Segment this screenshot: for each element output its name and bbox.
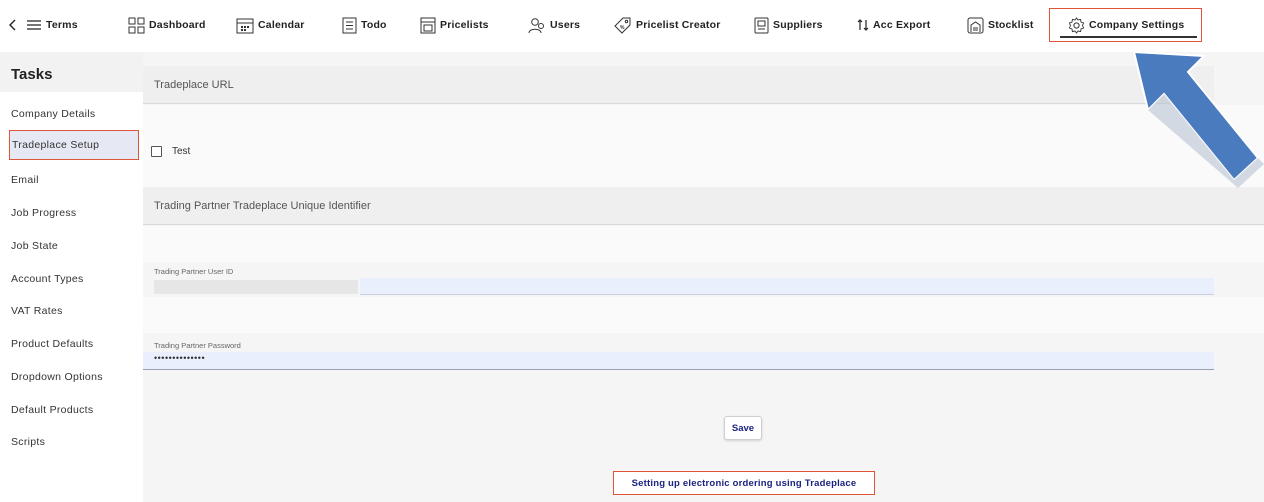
test-band	[143, 105, 1264, 187]
save-button[interactable]: Save	[724, 416, 762, 440]
tag-icon: %	[614, 17, 631, 34]
nav-suppliers[interactable]: Suppliers	[754, 14, 823, 36]
nav-pricelist-creator-label: Pricelist Creator	[636, 19, 721, 31]
sidebar-item-email[interactable]: Email	[0, 165, 143, 195]
user-id-input-extension[interactable]	[360, 278, 1214, 295]
sidebar-item-company-details[interactable]: Company Details	[0, 99, 143, 129]
spacer-band	[143, 226, 1264, 262]
nav-dashboard[interactable]: Dashboard	[128, 14, 206, 36]
nav-company-settings-label: Company Settings	[1089, 19, 1185, 31]
section-tradeplace-url-title: Tradeplace URL	[154, 78, 234, 91]
nav-suppliers-label: Suppliers	[773, 19, 823, 31]
section-trading-partner-identifier: Trading Partner Tradeplace Unique Identi…	[143, 187, 1264, 225]
nav-pricelist-creator[interactable]: % Pricelist Creator	[614, 14, 721, 36]
sidebar-item-vat-rates[interactable]: VAT Rates	[0, 296, 143, 326]
password-input[interactable]	[143, 352, 1214, 370]
sidebar-item-job-progress[interactable]: Job Progress	[0, 198, 143, 228]
nav-company-settings[interactable]: Company Settings	[1068, 14, 1184, 36]
user-id-input[interactable]	[154, 280, 358, 294]
nav-todo-label: Todo	[361, 19, 387, 31]
svg-text:%: %	[620, 25, 625, 31]
nav-calendar[interactable]: Calendar	[236, 14, 305, 36]
suppliers-icon	[754, 17, 769, 33]
warehouse-icon	[967, 17, 984, 33]
test-checkbox-label: Test	[172, 146, 191, 157]
nav-stocklist-label: Stocklist	[988, 19, 1034, 31]
nav-users[interactable]: Users	[528, 14, 580, 36]
test-checkbox[interactable]	[151, 146, 162, 157]
nav-calendar-label: Calendar	[258, 19, 305, 31]
sidebar: Tasks Company Details Tradeplace Setup E…	[0, 52, 143, 502]
sidebar-item-default-products[interactable]: Default Products	[0, 395, 143, 425]
pricelist-icon	[420, 17, 436, 33]
nav-users-label: Users	[550, 19, 581, 31]
users-icon	[528, 17, 544, 33]
nav-acc-export-label: Acc Export	[873, 19, 931, 31]
sidebar-item-scripts[interactable]: Scripts	[0, 427, 143, 457]
tradeplace-help-link[interactable]: Setting up electronic ordering using Tra…	[613, 471, 875, 495]
section-trading-partner-identifier-title: Trading Partner Tradeplace Unique Identi…	[154, 199, 371, 212]
nav-pricelists[interactable]: Pricelists	[420, 14, 489, 36]
sidebar-title: Tasks	[0, 52, 143, 92]
sidebar-item-account-types[interactable]: Account Types	[0, 264, 143, 294]
annotation-arrow	[1132, 50, 1264, 188]
section-tradeplace-url: Tradeplace URL	[143, 66, 1214, 104]
user-id-label: Trading Partner User ID	[154, 267, 234, 276]
sidebar-item-dropdown-options[interactable]: Dropdown Options	[0, 362, 143, 392]
nav-todo[interactable]: Todo	[342, 14, 387, 36]
nav-terms-label: Terms	[46, 19, 78, 31]
sort-arrows-icon	[857, 19, 869, 31]
spacer-band-2	[143, 297, 1264, 333]
active-tab-underline	[1060, 36, 1197, 38]
sidebar-item-product-defaults[interactable]: Product Defaults	[0, 329, 143, 359]
nav-acc-export[interactable]: Acc Export	[857, 14, 930, 36]
sidebar-item-job-state[interactable]: Job State	[0, 231, 143, 261]
dashboard-icon	[128, 17, 145, 33]
nav-pricelists-label: Pricelists	[440, 19, 489, 31]
calendar-icon	[236, 18, 254, 33]
gear-icon	[1068, 16, 1085, 34]
nav-stocklist[interactable]: Stocklist	[967, 14, 1034, 36]
top-navigation: Terms Dashboard Calendar Todo Pricelists…	[0, 0, 1264, 52]
nav-dashboard-label: Dashboard	[149, 19, 206, 31]
list-icon	[342, 17, 357, 33]
password-label: Trading Partner Password	[154, 341, 241, 350]
nav-back-terms[interactable]: Terms	[8, 14, 78, 36]
password-value: ••••••••••••••	[154, 353, 206, 363]
test-checkbox-row[interactable]: Test	[151, 146, 190, 157]
chevron-left-icon	[9, 19, 16, 31]
sidebar-item-tradeplace-setup[interactable]: Tradeplace Setup	[9, 130, 139, 160]
menu-icon	[27, 20, 41, 30]
main-content: Tradeplace URL Test Trading Partner Trad…	[143, 52, 1264, 502]
